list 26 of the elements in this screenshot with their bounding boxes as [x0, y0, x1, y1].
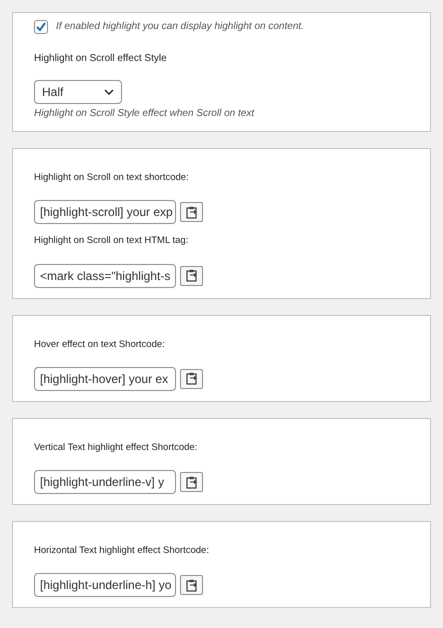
copy-button[interactable] [180, 472, 203, 492]
clipboard-icon [186, 372, 198, 386]
field-label: Highlight on Scroll on text HTML tag: [34, 234, 190, 248]
help-text: Highlight on Scroll Style effect when Scroll on text [34, 107, 256, 121]
clipboard-icon [186, 269, 198, 282]
field-label: Highlight on Scroll effect Style [34, 52, 168, 66]
shortcode-field[interactable]: [highlight-scroll] your exp [34, 200, 176, 224]
copy-button[interactable] [180, 266, 203, 286]
field-label: Vertical Text highlight effect Shortcode: [34, 440, 198, 455]
chevron-down-icon [104, 89, 114, 95]
shortcode-field[interactable]: [highlight-hover] your ex [34, 366, 176, 391]
field-label: Highlight on Scroll on text shortcode: [34, 171, 190, 185]
field-label: Horizontal Text highlight effect Shortcode: [34, 544, 210, 558]
clipboard-icon [186, 578, 198, 592]
shortcode-field[interactable]: [highlight-underline-h] yo [34, 573, 176, 598]
checkbox[interactable] [34, 20, 48, 34]
clipboard-icon [186, 476, 198, 488]
copy-button[interactable] [180, 202, 203, 222]
style-dropdown[interactable]: Half [34, 80, 122, 104]
copy-button[interactable] [180, 368, 203, 389]
copy-button[interactable] [180, 575, 203, 596]
checkbox-label: If enabled highlight you can display highlight on content. [56, 20, 304, 34]
clipboard-icon [186, 206, 198, 219]
shortcode-field[interactable]: [highlight-underline-v] y [34, 470, 176, 494]
shortcode-field[interactable]: <mark class="highlight-s [34, 264, 176, 288]
field-label: Hover effect on text Shortcode: [34, 338, 166, 352]
